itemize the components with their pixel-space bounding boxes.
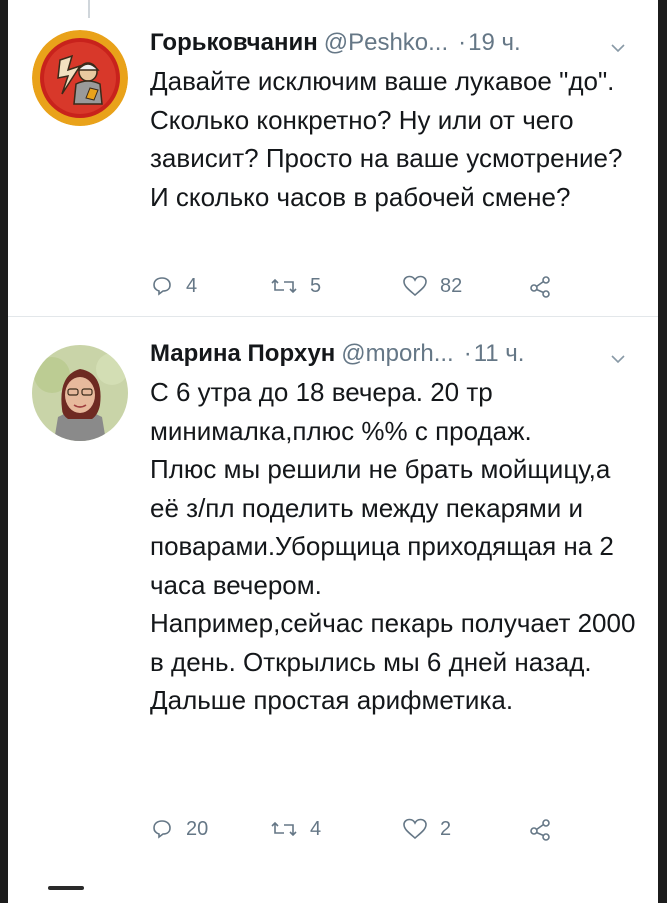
retweet-count: 4 bbox=[310, 817, 322, 840]
like-count: 82 bbox=[440, 274, 463, 297]
heart-icon bbox=[402, 817, 428, 841]
tweet[interactable]: Горьковчанин @Peshko... ·19 ч. Давайте иск… bbox=[8, 14, 658, 314]
separator-dot: · bbox=[463, 340, 472, 367]
tweet-divider bbox=[8, 316, 658, 317]
share-button[interactable] bbox=[528, 270, 552, 302]
like-count: 2 bbox=[440, 817, 452, 840]
retweet-icon bbox=[270, 274, 298, 298]
share-icon bbox=[528, 817, 552, 841]
display-name[interactable]: Марина Порхун bbox=[150, 340, 335, 367]
timestamp[interactable]: 11 ч. bbox=[474, 340, 525, 367]
user-handle[interactable]: @mporh... bbox=[341, 340, 453, 367]
share-button[interactable] bbox=[528, 813, 552, 845]
avatar[interactable] bbox=[32, 345, 128, 441]
chevron-down-icon[interactable] bbox=[610, 343, 626, 364]
like-button[interactable]: 82 bbox=[402, 270, 462, 302]
reply-count: 4 bbox=[186, 274, 198, 297]
avatar[interactable] bbox=[32, 30, 128, 126]
timestamp[interactable]: 19 ч. bbox=[468, 29, 521, 56]
reply-count: 20 bbox=[186, 817, 209, 840]
chevron-down-icon[interactable] bbox=[610, 32, 626, 53]
reply-button[interactable]: 4 bbox=[150, 270, 197, 302]
tweet-text: С 6 утра до 18 вечера. 20 тр минималка,п… bbox=[150, 377, 636, 715]
like-button[interactable]: 2 bbox=[402, 813, 451, 845]
tweet[interactable]: Марина Порхун @mporh... ·11 ч. С 6 утра до… bbox=[8, 333, 658, 858]
reply-icon bbox=[150, 274, 174, 298]
tweet-text: Давайте исключим ваше лукавое "до". Скол… bbox=[150, 66, 623, 212]
tweet-header: Горьковчанин @Peshko... ·19 ч. bbox=[150, 26, 650, 60]
tweet-actions: 20 4 2 bbox=[150, 813, 630, 845]
retweet-icon bbox=[270, 817, 298, 841]
retweet-count: 5 bbox=[310, 274, 322, 297]
tweet-header: Марина Порхун @mporh... ·11 ч. bbox=[150, 337, 650, 371]
share-icon bbox=[528, 274, 552, 298]
separator-dot: · bbox=[458, 29, 467, 56]
retweet-button[interactable]: 5 bbox=[270, 270, 321, 302]
heart-icon bbox=[402, 274, 428, 298]
reply-button[interactable]: 20 bbox=[150, 813, 208, 845]
user-handle[interactable]: @Peshko... bbox=[324, 29, 448, 56]
reply-icon bbox=[150, 817, 174, 841]
next-tweet-stub bbox=[48, 886, 84, 890]
tweet-actions: 4 5 82 bbox=[150, 270, 630, 302]
retweet-button[interactable]: 4 bbox=[270, 813, 321, 845]
display-name[interactable]: Горьковчанин bbox=[150, 29, 318, 56]
tweet-thread: Горьковчанин @Peshko... ·19 ч. Давайте иск… bbox=[8, 0, 658, 903]
